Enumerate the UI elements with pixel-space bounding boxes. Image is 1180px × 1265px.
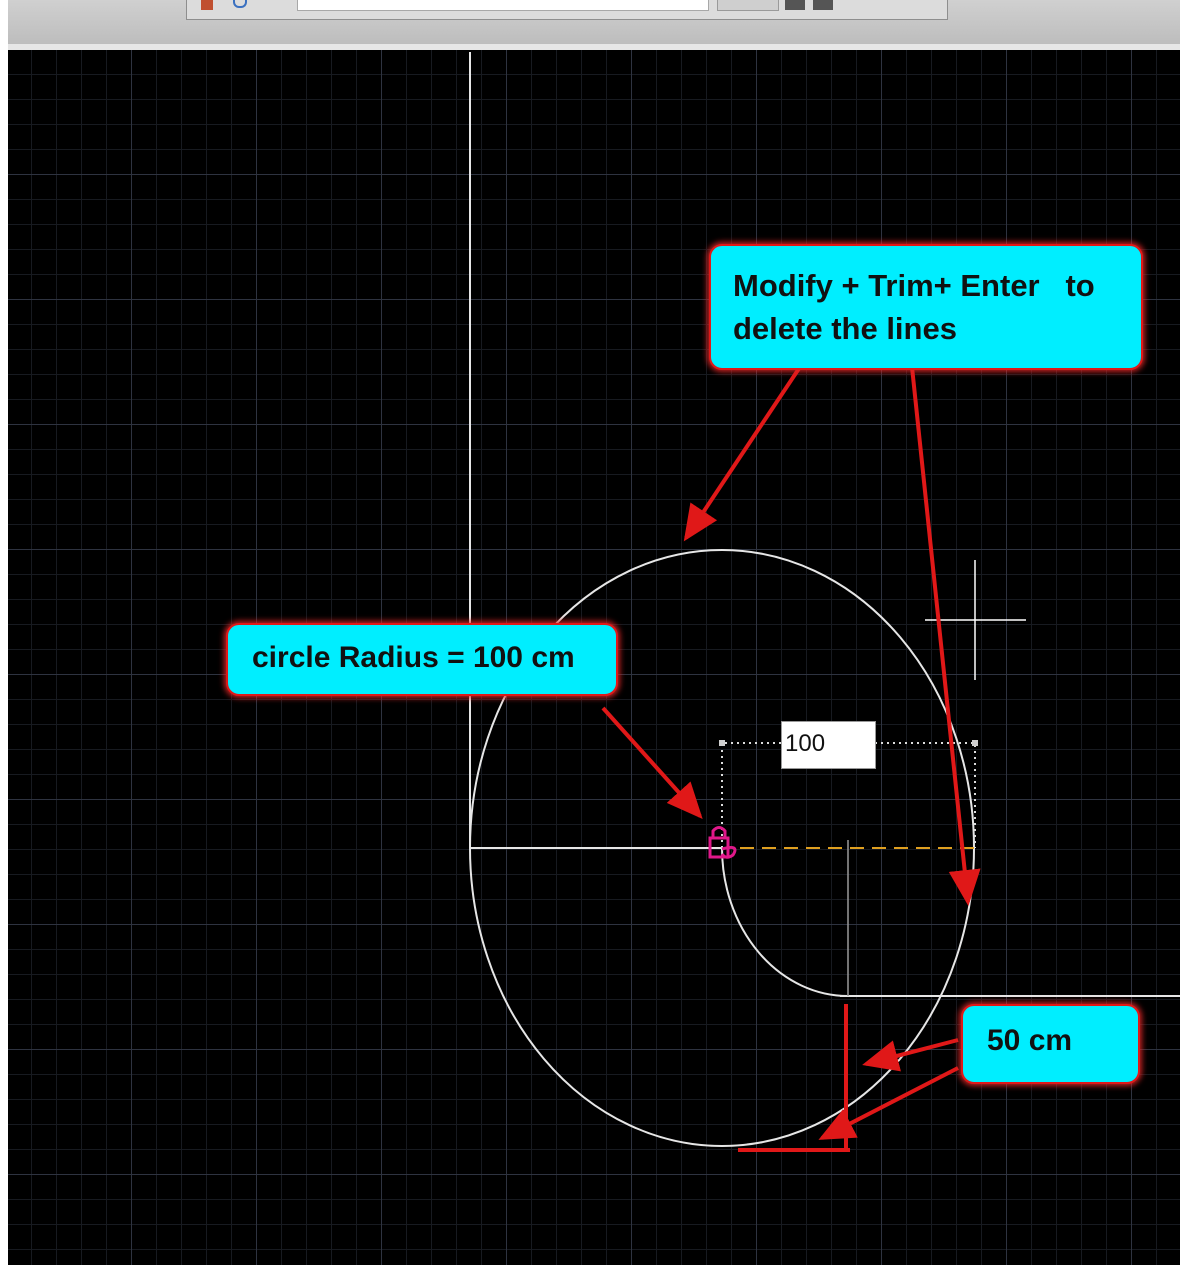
quick-access-toolbar (186, 0, 948, 20)
callout-text-line: delete the lines (733, 311, 957, 346)
callout-text: 50 cm (987, 1024, 1073, 1057)
callout-text-line: Modify + Trim+ Enter to (733, 268, 1095, 303)
toolbar-button[interactable] (813, 0, 833, 10)
fifty-cm-callout: 50 cm (961, 1004, 1140, 1084)
undo-icon[interactable] (233, 0, 247, 8)
draw-tool-icon[interactable] (201, 0, 213, 10)
toolbar-dropdown[interactable] (717, 0, 779, 11)
dimension-input[interactable]: 100 (781, 721, 876, 769)
callout-text: circle Radius = 100 cm (252, 641, 575, 674)
trim-instruction-callout: Modify + Trim+ Enter to delete the lines (709, 244, 1143, 370)
radius-callout: circle Radius = 100 cm (226, 623, 618, 696)
command-field[interactable] (297, 0, 709, 11)
toolbar (8, 0, 1180, 50)
toolbar-button[interactable] (785, 0, 805, 10)
